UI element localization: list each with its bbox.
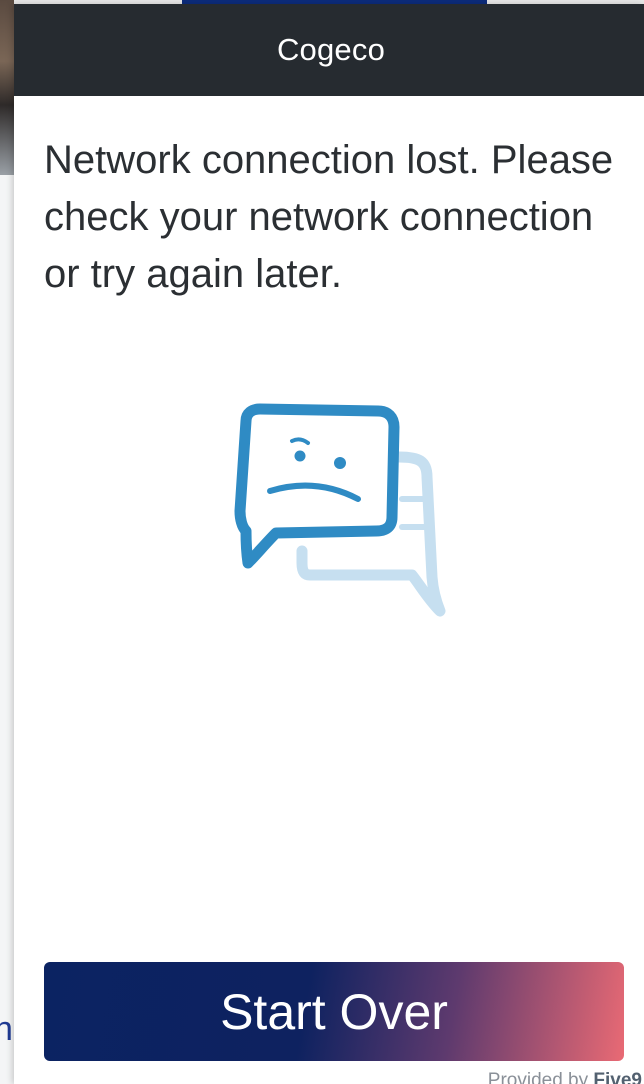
screen: n Cogeco Network connection lost. Please… [0, 0, 644, 1084]
background-photo [0, 0, 14, 175]
chat-widget: Cogeco Network connection lost. Please c… [14, 4, 644, 1084]
sad-chat-bubbles-svg [234, 403, 446, 617]
background-partial-text: n [0, 1010, 13, 1048]
sad-chat-bubbles-icon [214, 399, 454, 619]
start-over-button[interactable]: Start Over [44, 962, 624, 1061]
chat-title: Cogeco [276, 32, 386, 67]
provided-by-label: Provided by [487, 1070, 589, 1084]
chat-header: Cogeco [14, 4, 644, 96]
powered-by-footer: Provided by Five9 [488, 1070, 644, 1084]
error-message: Network connection lost. Please check yo… [44, 138, 614, 296]
five9-link[interactable]: Five9 [593, 1070, 642, 1084]
